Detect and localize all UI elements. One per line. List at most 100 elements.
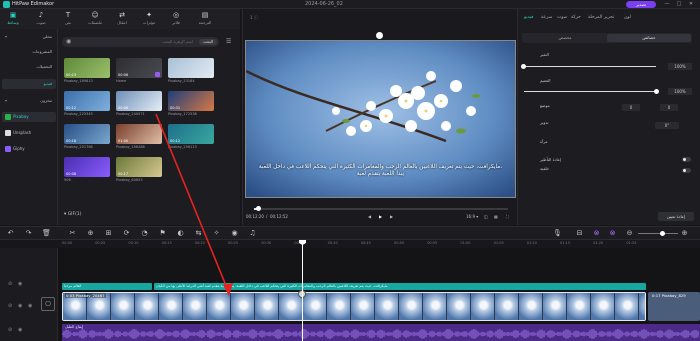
magnet-icon[interactable]: ⊗ bbox=[608, 229, 617, 238]
crop-icon[interactable]: ⊕ bbox=[86, 229, 95, 238]
tab-video[interactable]: فيديو bbox=[524, 15, 533, 20]
play-icon[interactable]: ▶ bbox=[379, 214, 382, 219]
rotate-handle[interactable] bbox=[376, 32, 383, 39]
mask-icon[interactable]: ◐ bbox=[176, 229, 185, 238]
filter-menu-icon[interactable]: ☰ bbox=[226, 38, 235, 46]
delete-icon[interactable]: 🗑 bbox=[42, 229, 51, 238]
tab-motion[interactable]: حركة bbox=[571, 15, 581, 20]
subtitle-clip[interactable]: مايكرافت، حيث يتم تعريف اللاعبين بالعالم… bbox=[154, 283, 646, 290]
media-thumbnail[interactable]: 00:12 bbox=[168, 124, 214, 144]
zoom-out-icon[interactable]: ⊖ bbox=[625, 229, 634, 238]
eye-icon[interactable]: ◉ bbox=[66, 38, 71, 45]
tab-media[interactable]: ▣ وسائط bbox=[2, 9, 24, 29]
position-x-input[interactable]: 0 bbox=[622, 104, 640, 111]
voice-icon[interactable]: ♫ bbox=[248, 229, 257, 238]
tab-stickers[interactable]: ☺ ملصقات bbox=[84, 9, 106, 29]
microphone-icon[interactable]: 🎙 bbox=[553, 229, 562, 238]
marker-icon[interactable]: ⚑ bbox=[158, 229, 167, 238]
audio-track-lock-icon[interactable]: ⊘ bbox=[8, 327, 12, 333]
track-lock-icon[interactable]: ⊘ bbox=[8, 281, 12, 287]
reset-button[interactable]: إعادة تعيين bbox=[658, 212, 694, 221]
media-thumbnail[interactable]: 01:00 bbox=[116, 124, 162, 144]
rotate-clip-icon[interactable]: ⟳ bbox=[122, 229, 131, 238]
aspect-ratio-select[interactable]: 16:9 ▾ bbox=[466, 214, 478, 219]
snapshot-icon[interactable]: ◫ bbox=[484, 214, 488, 219]
close-icon[interactable]: ✕ bbox=[688, 1, 694, 8]
tab-filters[interactable]: ◎ فلاتر bbox=[165, 9, 187, 29]
split-icon[interactable]: ✂ bbox=[68, 229, 77, 238]
cover-icon[interactable]: ⎔ bbox=[41, 297, 55, 311]
tab-stage-edit[interactable]: تحرير المرحلة bbox=[588, 15, 614, 20]
zoom-slider[interactable] bbox=[638, 233, 678, 234]
media-thumbnail[interactable]: 00:08 bbox=[64, 157, 110, 177]
tab-speed[interactable]: سرعة bbox=[541, 15, 552, 20]
media-thumbnail[interactable]: 00:06 bbox=[116, 58, 162, 78]
autoreframe-toggle[interactable] bbox=[682, 157, 691, 162]
maximize-icon[interactable]: □ bbox=[676, 1, 682, 8]
zoom-in-icon[interactable]: ⊕ bbox=[680, 229, 689, 238]
nav-projects[interactable]: المشروعات bbox=[2, 47, 56, 57]
minimize-icon[interactable]: — bbox=[664, 1, 670, 8]
video-clip[interactable] bbox=[62, 292, 646, 321]
export-button[interactable]: تصدير bbox=[626, 1, 656, 8]
source-unsplash[interactable]: Unsplash bbox=[2, 128, 56, 138]
background-toggle[interactable] bbox=[682, 168, 691, 173]
rotate-input[interactable]: 0° bbox=[655, 122, 679, 129]
tab-subtitles[interactable]: ▤ الترجمة bbox=[194, 9, 216, 29]
freeze-icon[interactable]: ⊞ bbox=[104, 229, 113, 238]
search-input[interactable]: اسم الزهرة البحث bbox=[162, 39, 193, 44]
link-icon[interactable]: ⊗ bbox=[592, 229, 601, 238]
audio-track-mute-icon[interactable]: ◉ bbox=[18, 327, 22, 333]
zoom-handle[interactable] bbox=[660, 231, 665, 236]
media-thumbnail[interactable]: 00:31 bbox=[168, 91, 214, 111]
mirror-icon[interactable]: ⇆ bbox=[194, 229, 203, 238]
fullscreen-icon[interactable]: ⛶ bbox=[506, 214, 509, 219]
media-thumbnail[interactable]: 00:17 bbox=[116, 157, 162, 177]
opacity-value[interactable]: 100% bbox=[668, 63, 692, 70]
nav-local[interactable]: ▾ محلي bbox=[2, 32, 56, 42]
tab-audio-props[interactable]: صوت bbox=[557, 15, 567, 20]
media-thumbnail[interactable]: 00:12 bbox=[64, 91, 110, 111]
redo-icon[interactable]: ↷ bbox=[24, 229, 33, 238]
track-eye-icon[interactable]: ◉ bbox=[18, 281, 22, 287]
nav-video[interactable]: فيديو bbox=[2, 79, 56, 89]
subtitle-clip[interactable]: العالم مرحبا bbox=[62, 283, 152, 290]
video-track-audio-icon[interactable]: ◉ bbox=[28, 303, 32, 309]
next-frame-icon[interactable]: ▶ bbox=[390, 214, 393, 219]
prev-frame-icon[interactable]: ◀ bbox=[368, 214, 371, 219]
playback-scrubber[interactable] bbox=[254, 208, 508, 210]
search-bar[interactable]: ◉ اسم الزهرة البحث البحث bbox=[62, 37, 219, 47]
segment-custom[interactable]: مخصص bbox=[523, 34, 607, 42]
tab-transition[interactable]: ⇄ انتقال bbox=[111, 9, 133, 29]
quality-icon[interactable]: ▦ bbox=[494, 214, 498, 219]
ai-icon[interactable]: ✧ bbox=[212, 229, 221, 238]
subtitle-overlay[interactable]: مايكرافت، حيث يتم تعريف اللاعبين بالعالم… bbox=[245, 164, 516, 178]
snap-icon[interactable]: ⊟ bbox=[575, 229, 584, 238]
segment-properties[interactable]: خصائص bbox=[607, 34, 691, 42]
timeline-ruler[interactable] bbox=[58, 240, 700, 248]
tab-color[interactable]: لون bbox=[624, 15, 631, 20]
position-y-input[interactable]: 0 bbox=[660, 104, 678, 111]
nav-stock[interactable]: ▾ مخزون bbox=[2, 96, 56, 106]
nav-downloads[interactable]: التحميلات bbox=[2, 62, 56, 72]
source-pixabay[interactable]: Pixabay bbox=[2, 112, 56, 122]
search-button[interactable]: البحث bbox=[199, 39, 217, 45]
playhead[interactable] bbox=[302, 242, 303, 341]
blend-value[interactable]: 100% bbox=[668, 88, 692, 95]
media-thumbnail[interactable]: 00:18 bbox=[64, 124, 110, 144]
blend-handle[interactable] bbox=[654, 89, 659, 94]
record-icon[interactable]: ◉ bbox=[230, 229, 239, 238]
video-track-lock-icon[interactable]: ⊘ bbox=[8, 303, 12, 309]
gif-section-toggle[interactable]: ▾ GIF(1) bbox=[64, 212, 81, 217]
tab-effects[interactable]: ✦ مؤثرات bbox=[138, 9, 160, 29]
speed-icon[interactable]: ◔ bbox=[140, 229, 149, 238]
opacity-handle[interactable] bbox=[521, 64, 526, 69]
video-track-eye-icon[interactable]: ◉ bbox=[18, 303, 22, 309]
media-thumbnail[interactable]: 00:06 bbox=[116, 91, 162, 111]
add-to-timeline-icon[interactable] bbox=[155, 72, 160, 77]
undo-icon[interactable]: ↶ bbox=[6, 229, 15, 238]
source-giphy[interactable]: Giphy bbox=[2, 144, 56, 154]
media-thumbnail[interactable] bbox=[168, 58, 214, 78]
tab-audio[interactable]: ♪ صوت bbox=[30, 9, 52, 29]
audio-clip[interactable] bbox=[62, 324, 700, 341]
